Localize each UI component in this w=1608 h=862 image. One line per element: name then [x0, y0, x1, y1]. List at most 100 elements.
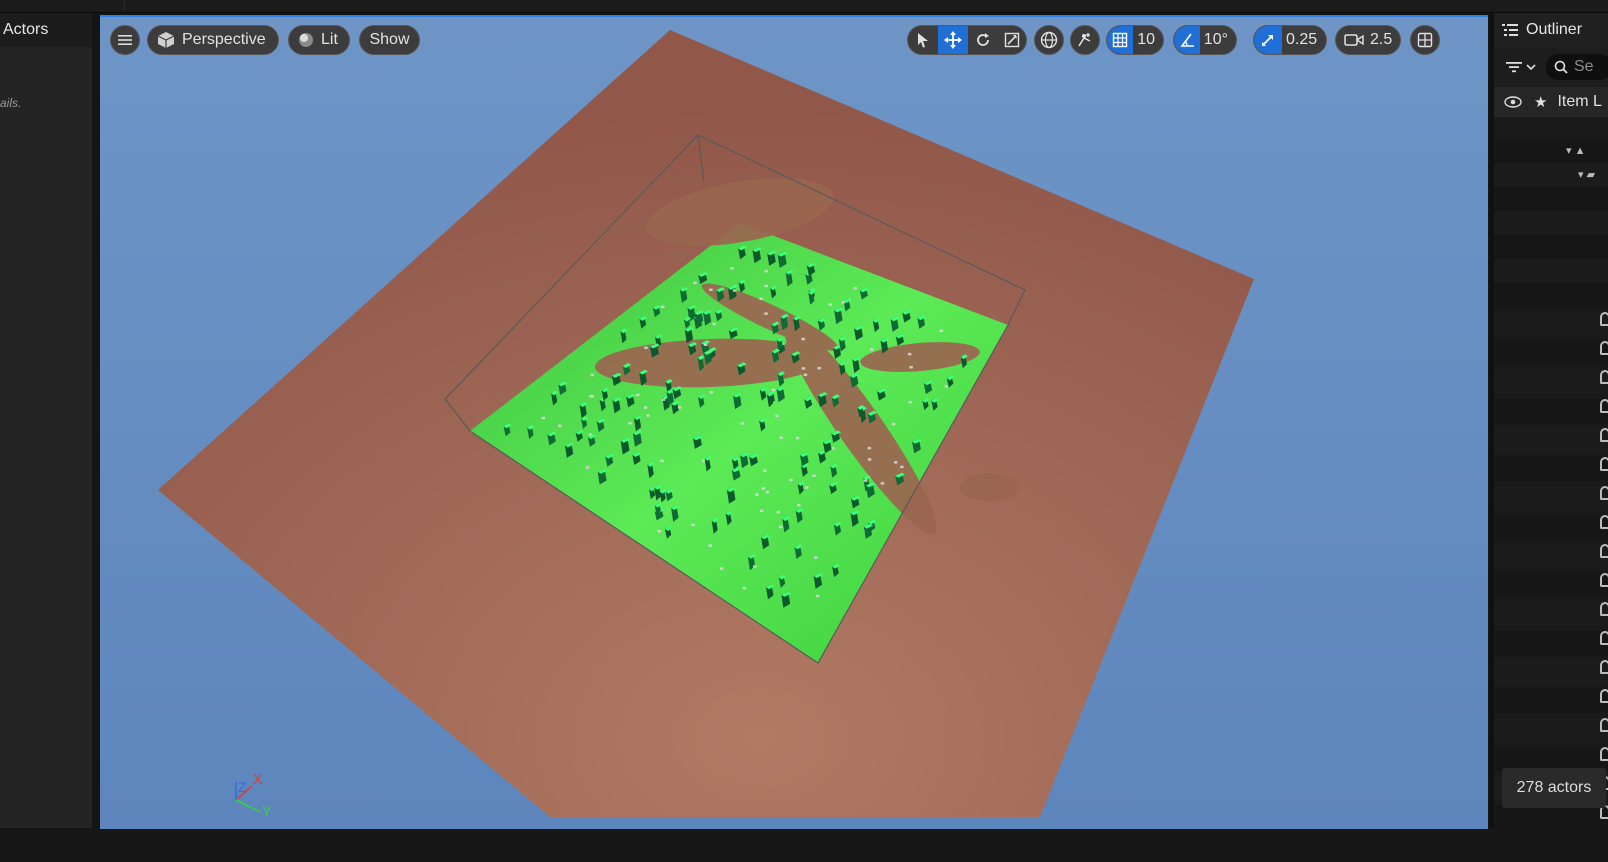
scale-snap-group[interactable]: 0.25 [1253, 25, 1327, 55]
outliner-row[interactable] [1494, 515, 1608, 539]
rock-instance [677, 406, 682, 409]
rock-instance [828, 303, 833, 306]
outliner-row[interactable] [1494, 718, 1608, 742]
angle-icon [1180, 33, 1194, 47]
outliner-row[interactable] [1494, 283, 1608, 307]
top-bar-divider [124, 0, 125, 10]
viewport-menu-button[interactable] [110, 25, 140, 55]
rock-instance [708, 544, 712, 547]
move-tool-button[interactable] [938, 26, 968, 54]
outliner-row[interactable] [1494, 211, 1608, 235]
scale-snap-value[interactable]: 0.25 [1282, 31, 1325, 49]
outliner-row[interactable] [1494, 486, 1608, 510]
rock-instance [779, 436, 783, 439]
rock-instance [628, 421, 632, 425]
outliner-row[interactable] [1494, 428, 1608, 452]
scale-snap-toggle[interactable] [1254, 26, 1282, 54]
actor-type-icon [1600, 747, 1608, 761]
surface-snapping-button[interactable] [1070, 25, 1100, 55]
view-mode-button[interactable]: Perspective [147, 25, 279, 55]
rotation-snap-toggle[interactable] [1174, 26, 1200, 54]
rock-instance [590, 395, 594, 398]
rock-instance [704, 343, 708, 346]
rock-instance [803, 373, 808, 377]
rock-instance [643, 406, 648, 409]
transform-tools-group [907, 25, 1027, 55]
rock-instance [801, 367, 806, 370]
rock-instance [867, 458, 872, 461]
grid-icon [1112, 32, 1128, 48]
actor-count: 278 actors [1502, 768, 1606, 808]
pin-star-icon[interactable]: ★ [1534, 93, 1547, 111]
rock-instance [590, 373, 595, 377]
axis-z-label: Z [238, 779, 247, 795]
grid-snap-value[interactable]: 10 [1133, 31, 1163, 49]
select-tool-button[interactable] [908, 26, 938, 54]
globe-icon [1040, 31, 1058, 49]
outliner-row[interactable] [1494, 689, 1608, 713]
scale-icon [1004, 32, 1020, 48]
outliner-row[interactable] [1494, 631, 1608, 655]
outliner-row[interactable] [1494, 341, 1608, 365]
rock-instance [753, 565, 757, 568]
level-tree-icon[interactable]: ▾ ▲ [1566, 139, 1608, 157]
rock-instance [661, 305, 665, 309]
viewport-scene[interactable] [100, 17, 1488, 830]
rock-instance [541, 416, 546, 420]
rock-instance [939, 329, 944, 332]
rock-instance [709, 391, 714, 394]
rock-instance [900, 465, 904, 469]
rock-instance [841, 301, 846, 304]
rotation-snap-group[interactable]: 10° [1173, 25, 1237, 55]
visibility-eye-icon[interactable] [1504, 96, 1522, 108]
scale-tool-button[interactable] [998, 26, 1026, 54]
rock-instance [779, 525, 783, 529]
rock-instance [761, 487, 766, 490]
folder-tree-icon[interactable]: ▾ ▰ [1578, 163, 1608, 181]
show-flags-button[interactable]: Show [359, 25, 420, 55]
outliner-row[interactable] [1494, 259, 1608, 283]
rotate-icon [977, 33, 989, 46]
outliner-row[interactable] [1494, 235, 1608, 259]
viewport-layout-button[interactable] [1410, 25, 1440, 55]
outliner-row[interactable]: ▾ ▰ [1494, 163, 1608, 187]
rock-instance [797, 503, 801, 507]
perspective-cube-icon [157, 32, 175, 48]
outliner-list-icon [1502, 24, 1518, 36]
outliner-row[interactable] [1494, 573, 1608, 597]
coordinate-system-button[interactable] [1034, 25, 1064, 55]
outliner-row[interactable] [1494, 805, 1608, 828]
actor-type-icon [1600, 660, 1608, 674]
rock-instance [776, 510, 781, 514]
rock-instance [636, 393, 640, 397]
grid-snap-group[interactable]: 10 [1106, 25, 1164, 55]
actors-panel-header[interactable]: Actors [0, 13, 92, 47]
rock-instance [771, 388, 776, 392]
filter-dropdown-button[interactable] [1506, 61, 1536, 73]
rock-instance [908, 401, 913, 404]
outliner-row[interactable] [1494, 312, 1608, 336]
outliner-search-box[interactable]: Se [1546, 54, 1608, 80]
outliner-row[interactable] [1494, 399, 1608, 423]
view-lighting-button[interactable]: Lit [288, 25, 350, 55]
rock-instance [709, 288, 713, 291]
rotation-snap-value[interactable]: 10° [1200, 31, 1236, 49]
outliner-row[interactable]: ▾ ▲ [1494, 139, 1608, 163]
outliner-row[interactable] [1494, 370, 1608, 394]
rock-instance [801, 337, 805, 341]
camera-speed-button[interactable]: 2.5 [1335, 25, 1401, 55]
rotate-tool-button[interactable] [968, 26, 998, 54]
outliner-column-header: ★ Item L [1494, 87, 1608, 117]
view-mode-label: Perspective [182, 31, 266, 48]
outliner-row[interactable] [1494, 457, 1608, 481]
cursor-arrow-icon [918, 33, 928, 48]
outliner-header[interactable]: Outliner [1494, 13, 1608, 47]
grid-snap-toggle[interactable] [1107, 26, 1134, 54]
outliner-row[interactable] [1494, 660, 1608, 684]
level-viewport[interactable]: Perspective Lit Show 10 10° 0.25 2.5 X Z… [100, 15, 1488, 830]
rock-instance [730, 267, 734, 270]
item-label-column[interactable]: Item L [1557, 93, 1601, 111]
outliner-row[interactable] [1494, 602, 1608, 626]
outliner-row[interactable] [1494, 544, 1608, 568]
outliner-row[interactable] [1494, 187, 1608, 211]
